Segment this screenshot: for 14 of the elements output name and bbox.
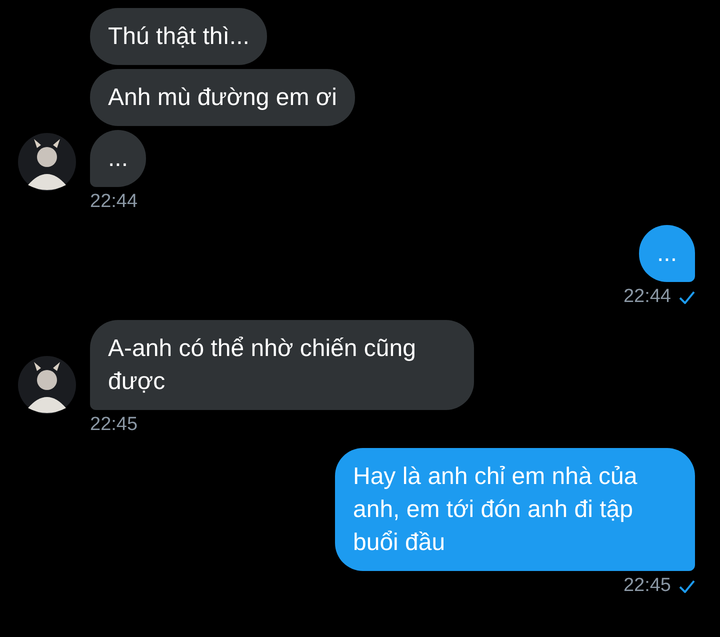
message-time: 22:45 — [90, 414, 138, 436]
message-bubble: ... — [90, 130, 146, 187]
check-icon — [679, 290, 695, 304]
message-bubble: Anh mù đường em ơi — [90, 69, 355, 126]
avatar — [18, 133, 76, 191]
message-bubble: ... — [638, 225, 695, 282]
message-bubble: A-anh có thể nhờ chiến cũng được — [90, 320, 474, 410]
check-icon — [679, 580, 695, 592]
message-bubble: Thú thật thì... — [90, 8, 268, 65]
message-time: 22:44 — [90, 191, 138, 213]
avatar — [18, 356, 76, 414]
message-time: 22:44 — [623, 286, 671, 308]
message-bubble: Hay là anh chỉ em nhà của anh, em tới đón anh đi tập buổi đầu — [335, 448, 695, 571]
message-time: 22:45 — [623, 575, 671, 597]
